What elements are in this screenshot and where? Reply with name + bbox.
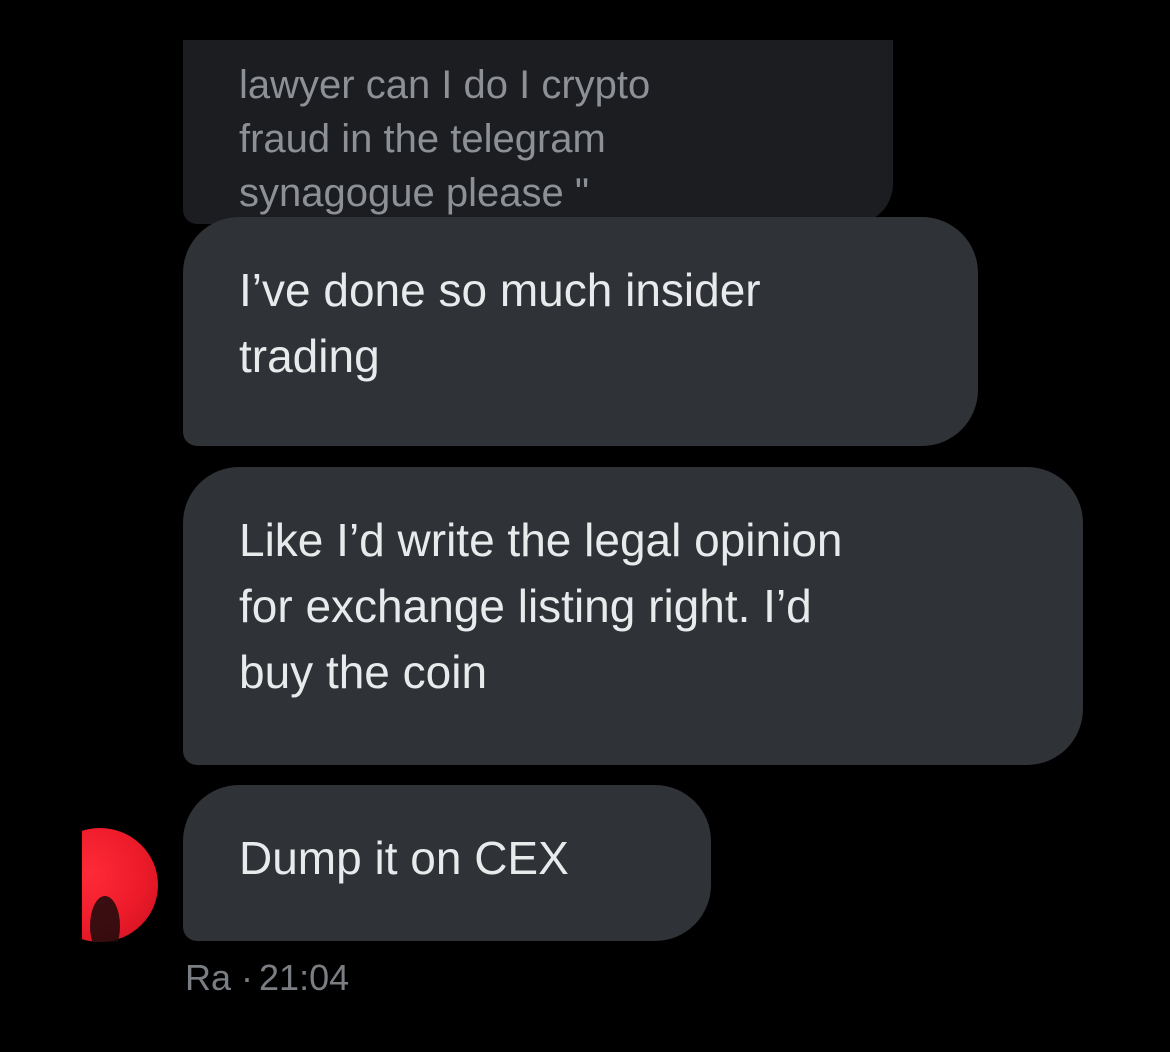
chat-thread[interactable]: lawyer can I do I crypto fraud in the te… [40,40,1130,1052]
sender-avatar[interactable] [82,828,158,942]
message-text-2: I’ve done so much insider trading [239,264,761,382]
message-bubble-1[interactable]: lawyer can I do I crypto fraud in the te… [183,40,893,224]
screenshot-frame: lawyer can I do I crypto fraud in the te… [0,0,1170,1052]
meta-separator: · [241,957,254,998]
sender-name: Ra [185,957,232,998]
message-bubble-4[interactable]: Dump it on CEX [183,785,711,941]
message-bubble-2[interactable]: I’ve done so much insider trading [183,217,978,446]
message-bubble-3[interactable]: Like I’d write the legal opinion for exc… [183,467,1083,765]
message-text-1: lawyer can I do I crypto fraud in the te… [239,63,651,215]
timestamp: 21:04 [259,957,350,998]
message-meta: Ra · 21:04 [185,956,349,1000]
message-text-4: Dump it on CEX [239,832,569,884]
message-text-3: Like I’d write the legal opinion for exc… [239,514,843,698]
